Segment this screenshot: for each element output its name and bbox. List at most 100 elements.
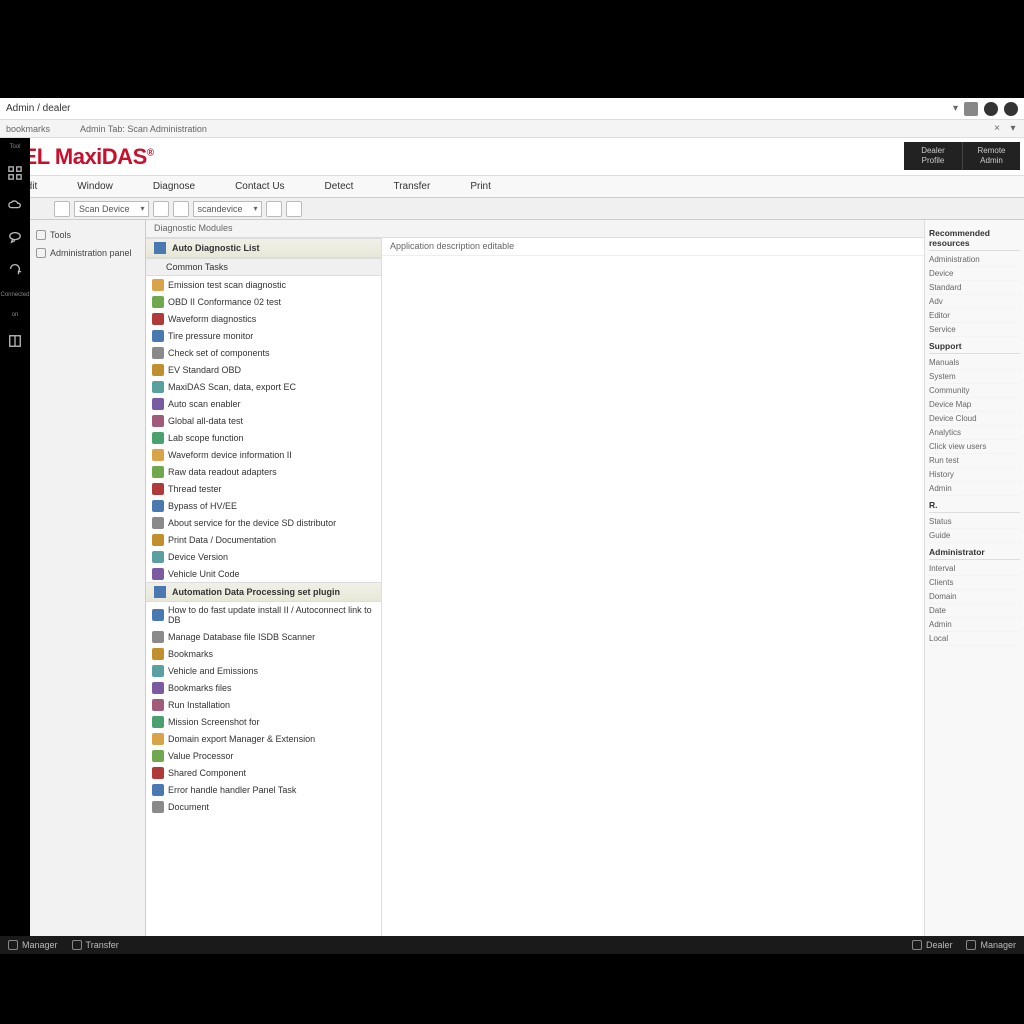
rside-link[interactable]: Interval — [929, 562, 1020, 576]
rside-link[interactable]: Status — [929, 515, 1020, 529]
list-item[interactable]: Vehicle and Emissions — [146, 662, 381, 679]
list-item[interactable]: Error handle handler Panel Task — [146, 781, 381, 798]
item-label: Mission Screenshot for — [168, 717, 260, 727]
menu-print[interactable]: Print — [450, 181, 511, 192]
list-item[interactable]: Mission Screenshot for — [146, 713, 381, 730]
bookmark-label[interactable]: bookmarks — [6, 124, 50, 134]
rside-link[interactable]: Admin — [929, 618, 1020, 632]
list-item[interactable]: Vehicle Unit Code — [146, 565, 381, 582]
rside-link[interactable]: Device — [929, 267, 1020, 281]
rside-link[interactable]: Clients — [929, 576, 1020, 590]
list-item[interactable]: Print Data / Documentation — [146, 531, 381, 548]
list-section[interactable]: Automation Data Processing set plugin — [146, 582, 381, 602]
tab-menu-icon[interactable]: ▾ — [1008, 124, 1018, 134]
status-manager-r[interactable]: Manager — [966, 940, 1016, 950]
menu-icon[interactable] — [1004, 102, 1018, 116]
rside-link[interactable]: Service — [929, 323, 1020, 337]
list-item[interactable]: Domain export Manager & Extension — [146, 730, 381, 747]
toolbar-select-scan[interactable]: scandevice — [193, 201, 262, 217]
rside-link[interactable]: Date — [929, 604, 1020, 618]
toolbar-btn-3[interactable] — [173, 201, 189, 217]
list-item[interactable]: Bookmarks files — [146, 679, 381, 696]
toolbar-btn-4[interactable] — [266, 201, 282, 217]
item-icon — [152, 682, 164, 694]
rail-book-icon[interactable] — [6, 332, 24, 350]
item-label: Emission test scan diagnostic — [168, 280, 286, 290]
rside-link[interactable]: Adv — [929, 295, 1020, 309]
list-item[interactable]: Check set of components — [146, 344, 381, 361]
module-list[interactable]: Auto Diagnostic ListCommon TasksEmission… — [146, 238, 382, 936]
list-item[interactable]: Emission test scan diagnostic — [146, 276, 381, 293]
rside-link[interactable]: Analytics — [929, 426, 1020, 440]
url-title: Admin / dealer — [6, 103, 953, 114]
list-item[interactable]: Global all-data test — [146, 412, 381, 429]
menu-transfer[interactable]: Transfer — [373, 181, 450, 192]
tab-close-icon[interactable]: × — [992, 124, 1002, 134]
status-manager[interactable]: Manager — [8, 940, 58, 950]
list-item[interactable]: Shared Component — [146, 764, 381, 781]
rside-link[interactable]: Click view users — [929, 440, 1020, 454]
list-item[interactable]: Bypass of HV/EE — [146, 497, 381, 514]
list-item[interactable]: About service for the device SD distribu… — [146, 514, 381, 531]
header-cell-remote[interactable]: RemoteAdmin — [962, 142, 1020, 170]
rside-link[interactable]: Guide — [929, 529, 1020, 543]
toolbar-btn-1[interactable] — [54, 201, 70, 217]
list-item[interactable]: Manage Database file ISDB Scanner — [146, 628, 381, 645]
list-item[interactable]: EV Standard OBD — [146, 361, 381, 378]
list-item[interactable]: Thread tester — [146, 480, 381, 497]
toolbar-select-device[interactable]: Scan Device — [74, 201, 149, 217]
rail-chat-icon[interactable] — [6, 228, 24, 246]
rside-link[interactable]: Standard — [929, 281, 1020, 295]
tab-label[interactable]: Admin Tab: Scan Administration — [80, 124, 207, 134]
list-item[interactable]: OBD II Conformance 02 test — [146, 293, 381, 310]
rside-link[interactable]: Community — [929, 384, 1020, 398]
rside-link[interactable]: System — [929, 370, 1020, 384]
rside-link[interactable]: Manuals — [929, 356, 1020, 370]
rail-grid-icon[interactable] — [6, 164, 24, 182]
list-item[interactable]: Bookmarks — [146, 645, 381, 662]
rside-link[interactable]: Administration — [929, 253, 1020, 267]
leftnav-item-admin[interactable]: Administration panel — [34, 244, 141, 262]
rside-link[interactable]: Editor — [929, 309, 1020, 323]
list-item[interactable]: Run Installation — [146, 696, 381, 713]
rside-link[interactable]: Device Map — [929, 398, 1020, 412]
chart-icon[interactable] — [964, 102, 978, 116]
rside-link[interactable]: Admin — [929, 482, 1020, 496]
header-cell-dealer[interactable]: DealerProfile — [904, 142, 962, 170]
book-icon — [966, 940, 976, 950]
folder-icon — [36, 230, 46, 240]
list-item[interactable]: Value Processor — [146, 747, 381, 764]
list-item[interactable]: MaxiDAS Scan, data, export EC — [146, 378, 381, 395]
status-dealer[interactable]: Dealer — [912, 940, 953, 950]
chrome-dropdown-icon[interactable]: ▾ — [953, 103, 958, 114]
profile-icon[interactable] — [984, 102, 998, 116]
leftnav-item-tools[interactable]: Tools — [34, 226, 141, 244]
item-icon — [152, 347, 164, 359]
item-label: Bypass of HV/EE — [168, 501, 237, 511]
list-item[interactable]: Raw data readout adapters — [146, 463, 381, 480]
menu-window[interactable]: Window — [57, 181, 133, 192]
list-item[interactable]: Waveform diagnostics — [146, 310, 381, 327]
list-section[interactable]: Auto Diagnostic List — [146, 238, 381, 258]
rside-link[interactable]: Device Cloud — [929, 412, 1020, 426]
rail-cloud-icon[interactable] — [6, 196, 24, 214]
list-item[interactable]: How to do fast update install II / Autoc… — [146, 602, 381, 628]
list-item[interactable]: Device Version — [146, 548, 381, 565]
list-item[interactable]: Waveform device information II — [146, 446, 381, 463]
rside-link[interactable]: History — [929, 468, 1020, 482]
rside-link[interactable]: Local — [929, 632, 1020, 646]
list-item[interactable]: Tire pressure monitor — [146, 327, 381, 344]
menu-contact[interactable]: Contact Us — [215, 181, 304, 192]
toolbar-btn-2[interactable] — [153, 201, 169, 217]
list-item[interactable]: Document — [146, 798, 381, 815]
list-item[interactable]: Lab scope function — [146, 429, 381, 446]
menu-diagnose[interactable]: Diagnose — [133, 181, 215, 192]
rside-link[interactable]: Domain — [929, 590, 1020, 604]
header-profile-box[interactable]: DealerProfile RemoteAdmin — [904, 142, 1020, 170]
list-item[interactable]: Auto scan enabler — [146, 395, 381, 412]
menu-detect[interactable]: Detect — [305, 181, 374, 192]
rside-link[interactable]: Run test — [929, 454, 1020, 468]
status-transfer[interactable]: Transfer — [72, 940, 119, 950]
rail-refresh-icon[interactable] — [6, 260, 24, 278]
toolbar-btn-5[interactable] — [286, 201, 302, 217]
